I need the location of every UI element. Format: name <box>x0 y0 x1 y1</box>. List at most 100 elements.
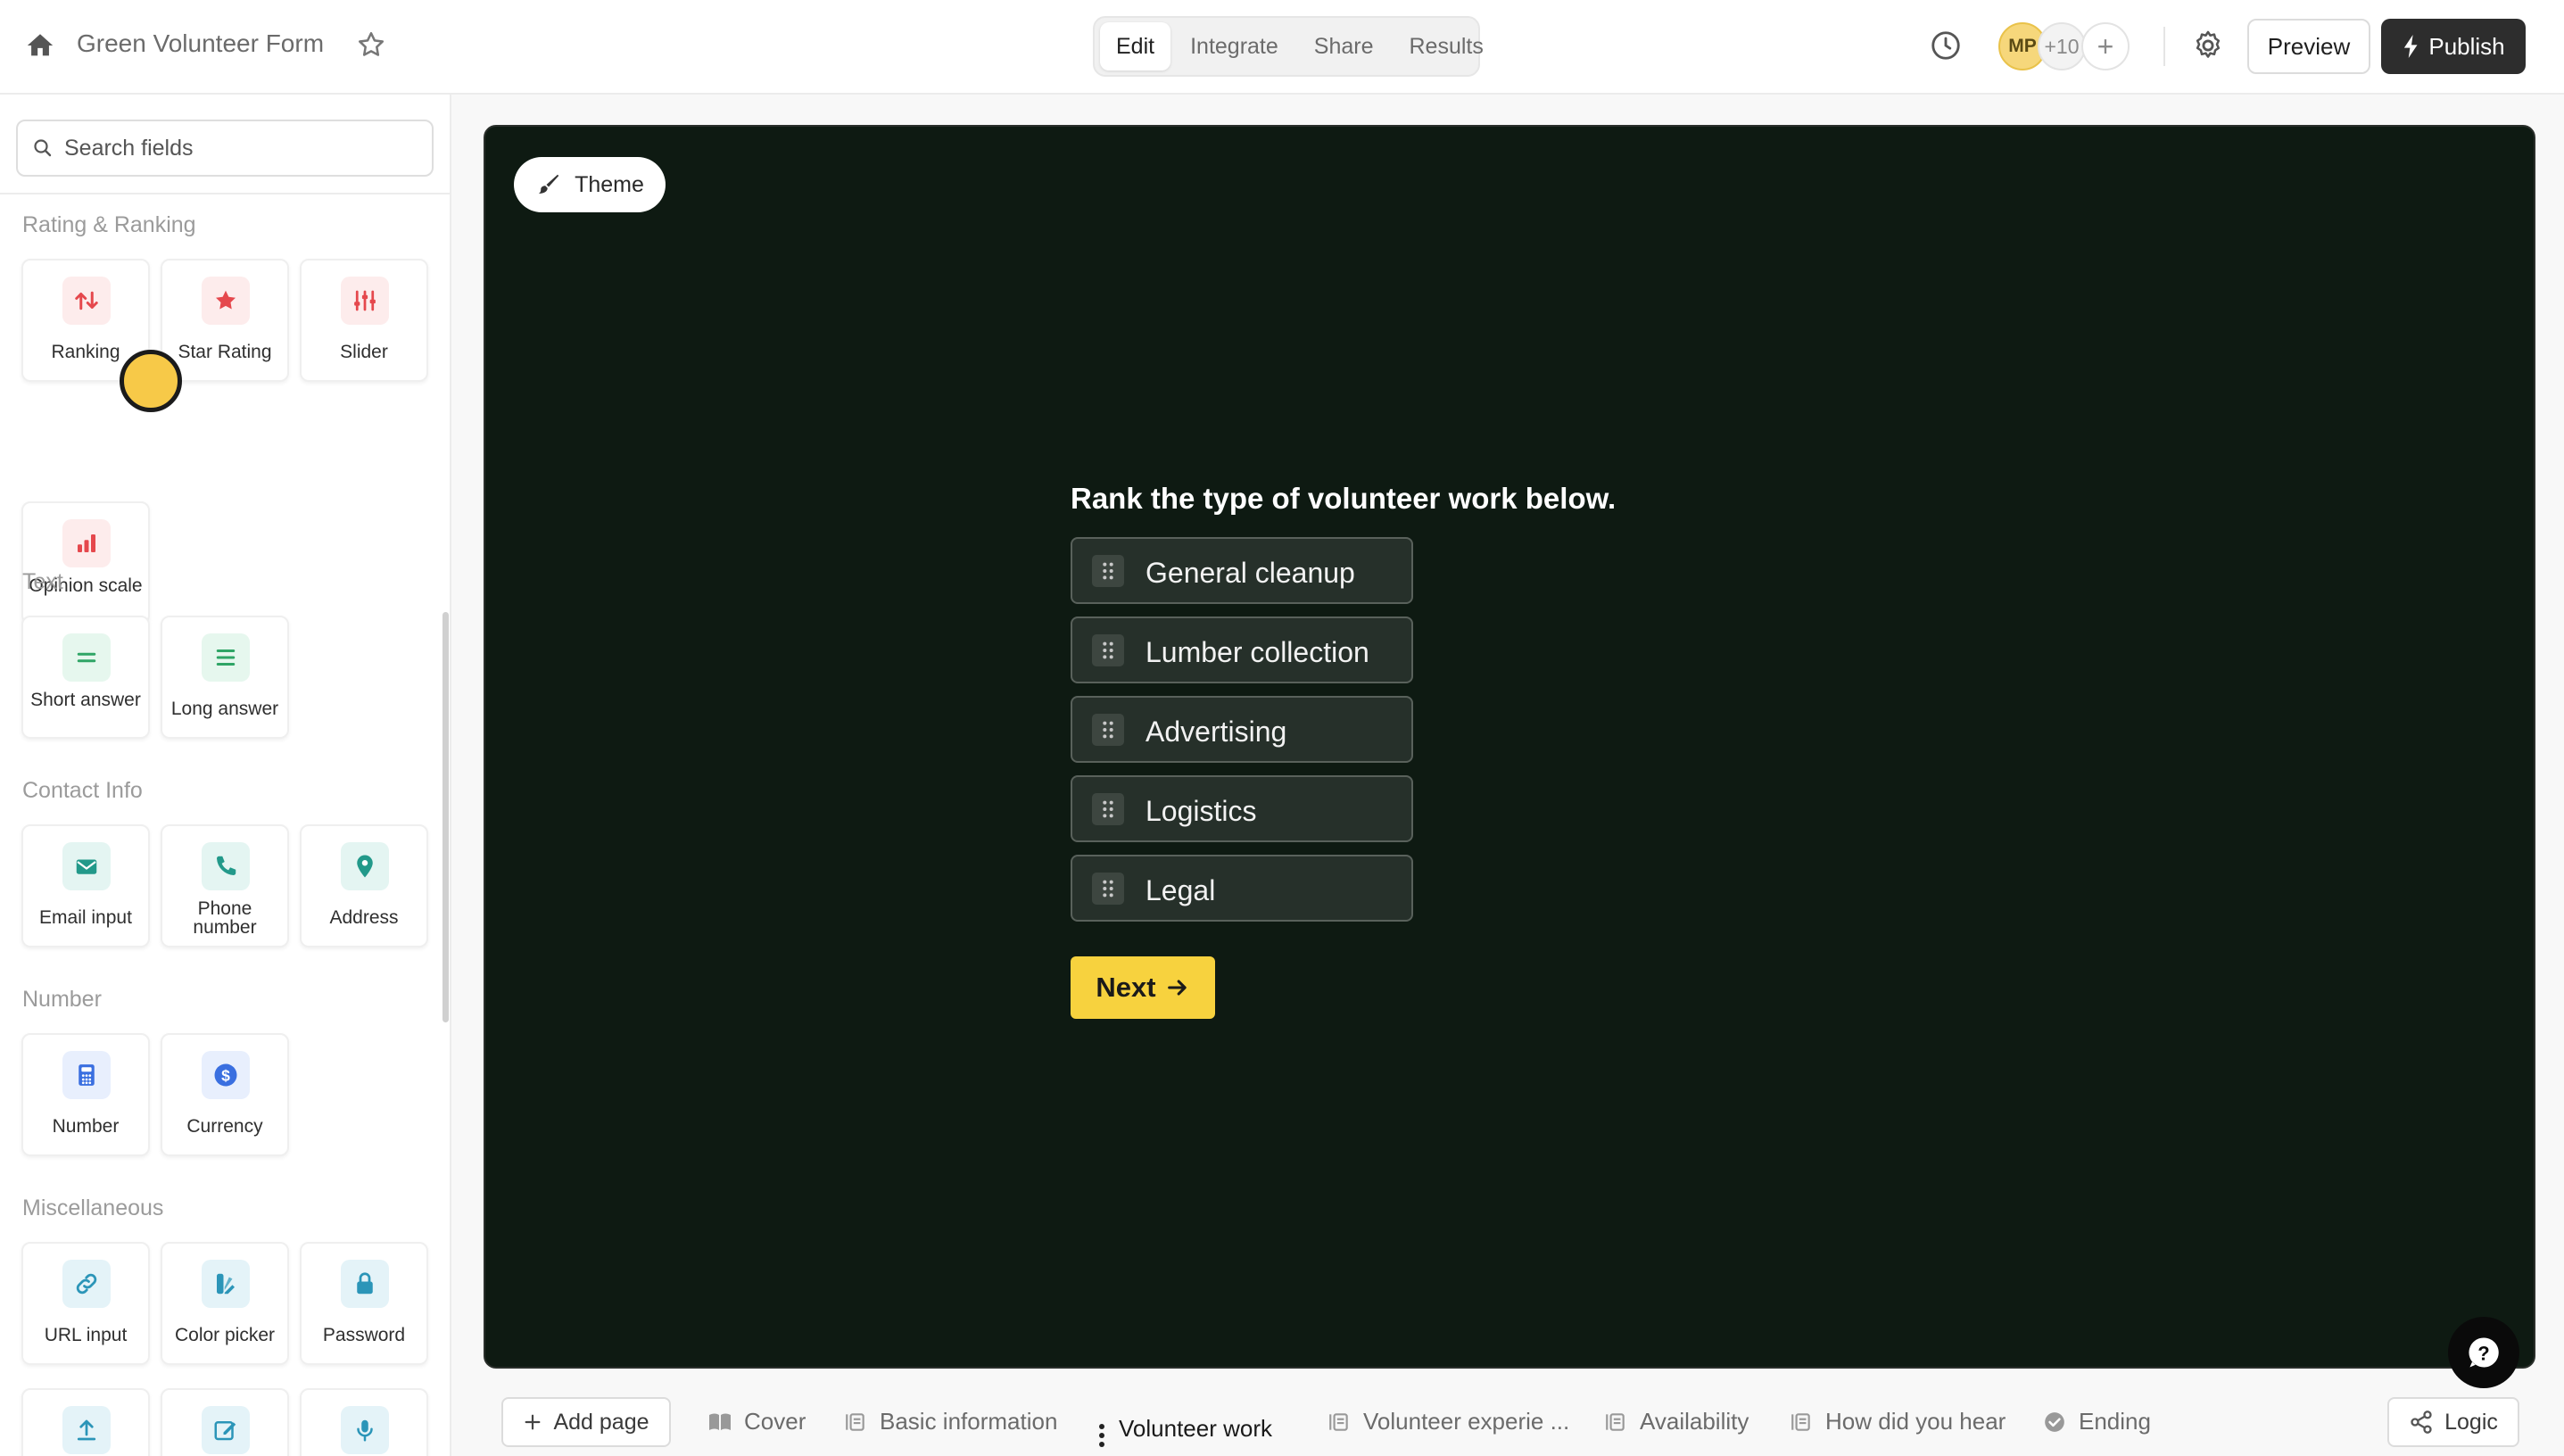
add-page-button[interactable]: Add page <box>501 1397 671 1447</box>
section-label-number: Number <box>22 987 102 1012</box>
edit-pencil-icon <box>202 1406 250 1454</box>
lightning-icon <box>2404 35 2418 58</box>
field-card-label: URL input <box>44 1325 128 1345</box>
svg-text:$: $ <box>221 1066 230 1084</box>
favorite-star-icon[interactable] <box>355 29 387 61</box>
share-nodes-icon <box>2411 1410 2432 1434</box>
collaborator-count[interactable]: +10 <box>2038 22 2086 70</box>
tab-edit[interactable]: Edit <box>1100 22 1171 70</box>
star-icon <box>202 277 250 325</box>
field-card-label: Color picker <box>174 1325 276 1345</box>
logic-button[interactable]: Logic <box>2387 1397 2519 1447</box>
field-card-phone[interactable]: Phone number <box>161 824 289 947</box>
field-card-password[interactable]: Password <box>300 1242 428 1365</box>
section-label-misc: Miscellaneous <box>22 1195 164 1220</box>
next-label: Next <box>1096 972 1156 1003</box>
dollar-icon: $ <box>202 1051 250 1099</box>
drag-handle-icon[interactable] <box>1092 873 1124 905</box>
field-card-email[interactable]: Email input <box>21 824 150 947</box>
theme-label: Theme <box>575 171 644 197</box>
microphone-icon <box>341 1406 389 1454</box>
page-tab-label: Ending <box>2079 1408 2151 1435</box>
page-tab-label: Volunteer experie ... <box>1363 1408 1570 1435</box>
page-tab-label: Volunteer work <box>1119 1414 1272 1442</box>
field-card-slider[interactable]: Slider <box>300 259 428 382</box>
upload-icon <box>62 1406 111 1454</box>
field-card-label: Slider <box>340 342 388 362</box>
field-card-url[interactable]: URL input <box>21 1242 150 1365</box>
drag-handle-icon[interactable] <box>1092 555 1124 587</box>
slider-icon <box>341 277 389 325</box>
page-tab-volunteer-experience[interactable]: Volunteer experie ... <box>1327 1408 1569 1435</box>
field-card-label: Phone number <box>193 898 257 938</box>
field-card-address[interactable]: Address <box>300 824 428 947</box>
tab-results[interactable]: Results <box>1394 22 1500 70</box>
home-icon[interactable] <box>25 30 55 61</box>
page-tab-basic-information[interactable]: Basic information <box>844 1408 1057 1435</box>
rank-option[interactable]: General cleanup <box>1071 537 1413 604</box>
publish-label: Publish <box>2428 32 2505 60</box>
drag-handle-icon[interactable] <box>1092 634 1124 666</box>
page-tab-volunteer-work[interactable]: Volunteer work <box>1097 1408 1272 1449</box>
svg-text:?: ? <box>2477 1342 2489 1364</box>
page-tab-how-did-you-hear[interactable]: How did you hear <box>1790 1408 2006 1435</box>
form-title[interactable]: Green Volunteer Form <box>77 29 324 58</box>
search-box[interactable] <box>16 120 434 177</box>
help-button[interactable]: ? <box>2448 1317 2519 1388</box>
long-text-icon <box>202 633 250 682</box>
next-button[interactable]: Next <box>1071 956 1215 1019</box>
publish-button[interactable]: Publish <box>2381 19 2526 74</box>
preview-button[interactable]: Preview <box>2247 19 2370 74</box>
history-clock-icon[interactable] <box>1929 29 1963 62</box>
field-card-short-answer[interactable]: Short answer <box>21 616 150 739</box>
rank-option[interactable]: Advertising <box>1071 696 1413 763</box>
field-card-color-picker[interactable]: Color picker <box>161 1242 289 1365</box>
search-input[interactable] <box>64 135 421 161</box>
section-label-contact: Contact Info <box>22 778 143 803</box>
paintbrush-icon <box>538 174 559 194</box>
page-tab-label: Basic information <box>880 1408 1058 1435</box>
page-navigator: Add page Cover Basic information Volunte… <box>453 1383 2564 1456</box>
rank-option[interactable]: Legal <box>1071 855 1413 922</box>
sidebar-scrollbar[interactable] <box>442 612 449 1022</box>
field-card-currency[interactable]: $ Currency <box>161 1033 289 1156</box>
ranking-arrows-icon <box>62 277 111 325</box>
field-card-signature[interactable] <box>161 1388 289 1456</box>
tab-integrate[interactable]: Integrate <box>1174 22 1294 70</box>
add-page-label: Add page <box>553 1409 649 1435</box>
field-card-voice[interactable] <box>300 1388 428 1456</box>
field-card-long-answer[interactable]: Long answer <box>161 616 289 739</box>
page-tab-ending[interactable]: Ending <box>2043 1408 2151 1435</box>
add-collaborator-button[interactable]: + <box>2081 22 2130 70</box>
drag-handle-icon[interactable] <box>1092 793 1124 825</box>
tab-share[interactable]: Share <box>1298 22 1390 70</box>
book-icon <box>709 1413 731 1430</box>
field-card-label: Long answer <box>170 699 279 719</box>
form-page-icon <box>1791 1412 1810 1431</box>
page-tab-label: How did you hear <box>1825 1408 2006 1435</box>
field-card-star-rating[interactable]: Star Rating <box>161 259 289 382</box>
more-vertical-icon[interactable] <box>1097 1422 1106 1449</box>
drag-handle-icon[interactable] <box>1092 714 1124 746</box>
logic-label: Logic <box>2444 1409 2498 1435</box>
check-circle-icon <box>2045 1411 2064 1432</box>
rank-option[interactable]: Logistics <box>1071 775 1413 842</box>
mode-tabs: Edit Integrate Share Results <box>1093 16 1484 77</box>
field-card-opinion-scale[interactable]: Opinion scale <box>21 501 150 625</box>
question-title[interactable]: Rank the type of volunteer work below. <box>1071 482 1616 516</box>
bar-chart-icon <box>62 519 111 567</box>
envelope-icon <box>62 842 111 890</box>
page-tab-cover[interactable]: Cover <box>708 1408 806 1435</box>
rank-option-label: Lumber collection <box>1146 636 1369 668</box>
rank-option[interactable]: Lumber collection <box>1071 616 1413 683</box>
field-card-label: Email input <box>39 907 132 928</box>
gear-icon[interactable] <box>2191 29 2225 62</box>
form-canvas: Theme Rank the type of volunteer work be… <box>484 125 2535 1388</box>
search-icon <box>34 139 52 157</box>
field-card-number[interactable]: Number <box>21 1033 150 1156</box>
page-tab-availability[interactable]: Availability <box>1604 1408 1749 1435</box>
page-tab-label: Cover <box>744 1408 806 1435</box>
theme-button[interactable]: Theme <box>514 157 666 212</box>
field-card-file-upload[interactable] <box>21 1388 150 1456</box>
form-page-icon <box>1329 1412 1348 1431</box>
